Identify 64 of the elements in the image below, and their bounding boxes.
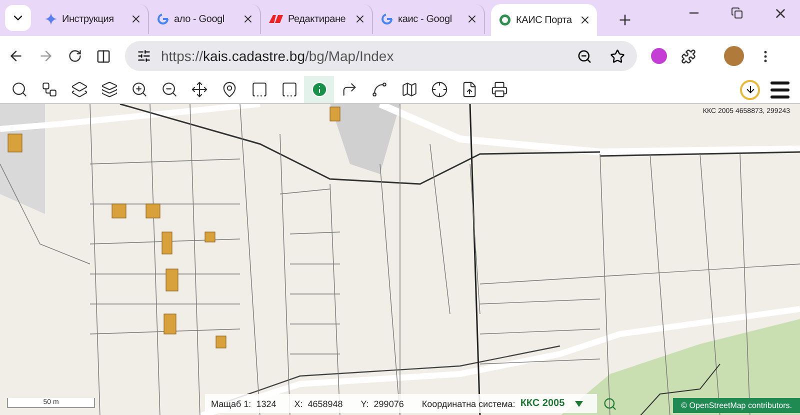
- layers-icon: [100, 81, 118, 98]
- split-view-icon[interactable]: [96, 48, 111, 64]
- browser-tab[interactable]: каис - Googl: [373, 4, 485, 34]
- search-icon: [10, 81, 28, 98]
- crosshair-icon: [430, 81, 448, 98]
- zoom-out-icon[interactable]: [577, 48, 592, 64]
- tab-title: Инструкция: [62, 14, 115, 24]
- site-settings-icon[interactable]: [137, 49, 151, 63]
- crs-dropdown[interactable]: ККС 2005: [520, 398, 583, 409]
- search-icon[interactable]: [602, 396, 617, 410]
- browser-tab[interactable]: КАИС Порта: [491, 4, 597, 36]
- zoom-in-icon: [130, 81, 148, 98]
- reload-icon[interactable]: [68, 49, 82, 63]
- y-value: 299076: [374, 398, 404, 408]
- tab-list-button[interactable]: [5, 5, 31, 31]
- tab-title: каис - Googl: [398, 14, 453, 24]
- tab-title: КАИС Порта: [516, 14, 573, 26]
- map-icon: [400, 81, 418, 98]
- google-icon: [381, 13, 393, 25]
- spline-icon: [370, 81, 388, 98]
- browser-tab[interactable]: Редактиране: [261, 4, 373, 34]
- browser-tab[interactable]: Инструкция: [37, 4, 149, 34]
- sparkle-icon: [45, 13, 57, 25]
- y-label: Y:: [360, 398, 369, 408]
- x-label: X:: [294, 398, 303, 408]
- new-tab-icon[interactable]: [617, 12, 633, 28]
- back-icon[interactable]: [8, 48, 24, 64]
- layers-icon: [70, 81, 88, 98]
- corner-arrow-icon: [340, 81, 358, 98]
- close-tab-icon[interactable]: [466, 13, 478, 25]
- scale-label: Мащаб 1:: [211, 398, 252, 408]
- square-icon: [250, 81, 268, 98]
- map-pin-icon: [220, 81, 238, 98]
- forward-icon[interactable]: [38, 48, 54, 64]
- zoom-out-icon: [160, 81, 178, 98]
- tab-title: Редактиране: [288, 14, 347, 24]
- tab-title: ало - Googl: [174, 14, 226, 24]
- caret-icon: [574, 400, 583, 406]
- attribution-text: © OpenStreetMap contributors.: [673, 398, 800, 413]
- move-icon: [190, 81, 208, 98]
- close-tab-icon[interactable]: [130, 13, 142, 25]
- url-text: https://kais.cadastre.bg/bg/Map/Index: [161, 48, 395, 64]
- close-tab-icon[interactable]: [354, 13, 366, 25]
- restore-icon[interactable]: [731, 6, 743, 20]
- square-icon: [280, 81, 298, 98]
- google-icon: [157, 13, 169, 25]
- x-value: 4658948: [308, 398, 343, 408]
- scale-value: 1324: [256, 398, 276, 408]
- network-icon: [40, 81, 58, 98]
- arrow-down-icon: [744, 84, 756, 95]
- puzzle-icon[interactable]: [681, 48, 696, 64]
- logo-icon: [269, 15, 283, 23]
- extension-icon[interactable]: [651, 48, 667, 64]
- download-button[interactable]: [740, 80, 760, 100]
- browser-tab[interactable]: ало - Googl: [149, 4, 261, 34]
- crs-label: Координатна система:: [422, 398, 516, 408]
- close-tab-icon[interactable]: [579, 14, 591, 26]
- close-tab-icon[interactable]: [242, 13, 254, 25]
- printer-icon: [490, 81, 508, 98]
- bookmark-star-icon[interactable]: [610, 48, 625, 64]
- avatar[interactable]: [724, 46, 744, 66]
- address-bar[interactable]: https://kais.cadastre.bg/bg/Map/Index: [125, 41, 637, 71]
- file-upload-icon: [460, 81, 478, 98]
- info-icon: [310, 81, 328, 98]
